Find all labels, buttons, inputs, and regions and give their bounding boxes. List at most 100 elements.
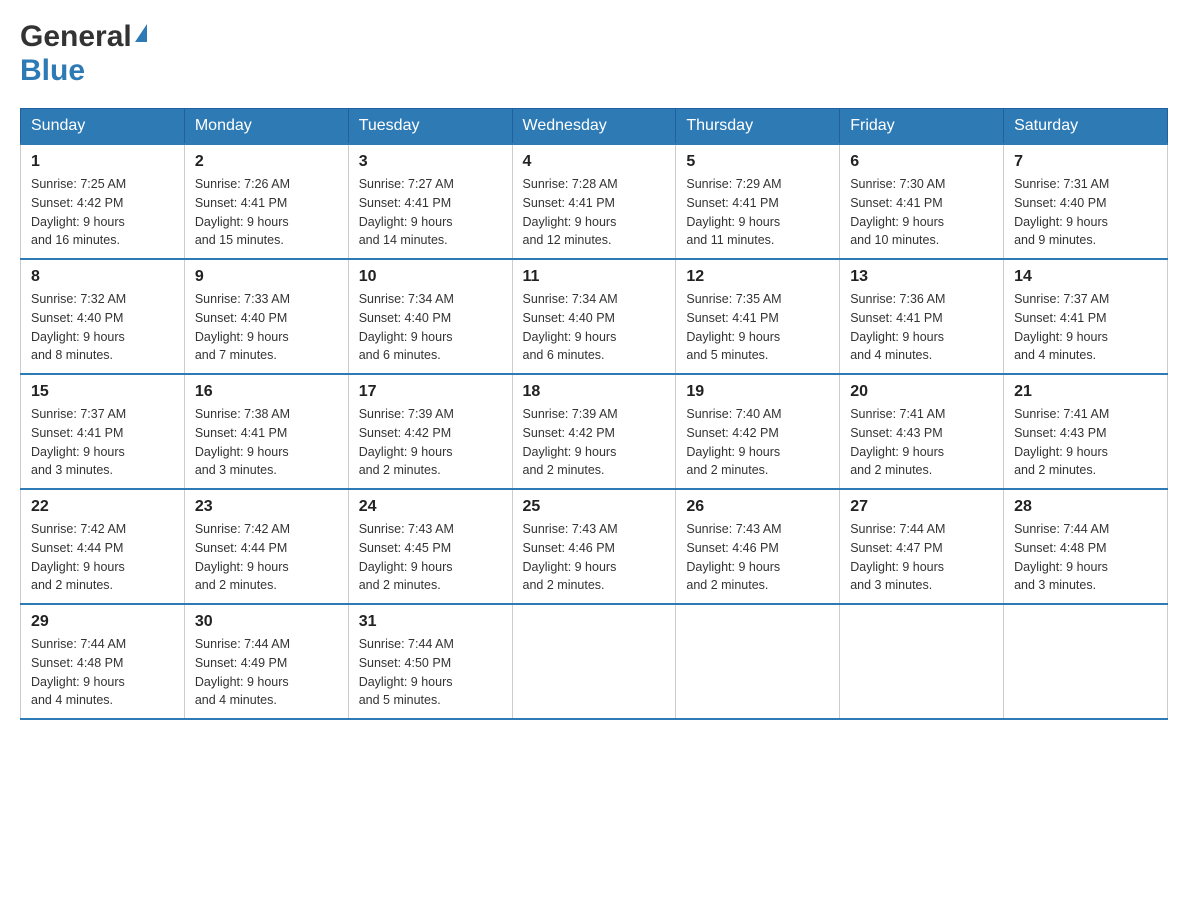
- daylight-minutes: and 5 minutes.: [686, 348, 768, 362]
- day-number: 8: [31, 268, 174, 286]
- daylight-minutes: and 12 minutes.: [523, 233, 612, 247]
- daylight-hours: Daylight: 9 hours: [686, 560, 780, 574]
- day-of-week-header: Saturday: [1004, 109, 1168, 145]
- sunrise-info: Sunrise: 7:29 AM: [686, 177, 781, 191]
- calendar-day-cell: 20Sunrise: 7:41 AMSunset: 4:43 PMDayligh…: [840, 374, 1004, 489]
- day-number: 13: [850, 268, 993, 286]
- daylight-minutes: and 4 minutes.: [195, 693, 277, 707]
- sunset-info: Sunset: 4:44 PM: [31, 541, 123, 555]
- daylight-minutes: and 8 minutes.: [31, 348, 113, 362]
- day-info: Sunrise: 7:32 AMSunset: 4:40 PMDaylight:…: [31, 290, 174, 365]
- sunset-info: Sunset: 4:40 PM: [523, 311, 615, 325]
- day-info: Sunrise: 7:38 AM Sunset: 4:41 PM Daylight:…: [195, 405, 338, 480]
- calendar-day-cell: 11Sunrise: 7:34 AMSunset: 4:40 PMDayligh…: [512, 259, 676, 374]
- daylight-minutes: and 3 minutes.: [195, 463, 277, 477]
- sunset-info: Sunset: 4:40 PM: [1014, 196, 1106, 210]
- logo-triangle-icon: [135, 24, 147, 42]
- sunset-info: Sunset: 4:40 PM: [359, 311, 451, 325]
- calendar-table: SundayMondayTuesdayWednesdayThursdayFrid…: [20, 108, 1168, 720]
- calendar-day-cell: 4Sunrise: 7:28 AMSunset: 4:41 PMDaylight…: [512, 144, 676, 259]
- daylight-hours: Daylight: 9 hours: [523, 215, 617, 229]
- daylight-minutes: and 4 minutes.: [850, 348, 932, 362]
- day-number: 26: [686, 498, 829, 516]
- calendar-week-row: 1Sunrise: 7:25 AMSunset: 4:42 PMDaylight…: [21, 144, 1168, 259]
- sunset-info: Sunset: 4:43 PM: [850, 426, 942, 440]
- day-info: Sunrise: 7:26 AMSunset: 4:41 PMDaylight:…: [195, 175, 338, 250]
- daylight-minutes: and 2 minutes.: [195, 578, 277, 592]
- day-info: Sunrise: 7:43 AMSunset: 4:46 PMDaylight:…: [523, 520, 666, 595]
- sunrise-info: Sunrise: 7:40 AM: [686, 407, 781, 421]
- day-info: Sunrise: 7:36 AMSunset: 4:41 PMDaylight:…: [850, 290, 993, 365]
- day-number: 29: [31, 613, 174, 631]
- day-number: 25: [523, 498, 666, 516]
- calendar-day-cell: 26Sunrise: 7:43 AMSunset: 4:46 PMDayligh…: [676, 489, 840, 604]
- day-number: 28: [1014, 498, 1157, 516]
- daylight-hours: Daylight: 9 hours: [1014, 560, 1108, 574]
- daylight-hours: Daylight: 9 hours: [1014, 445, 1108, 459]
- day-of-week-header: Wednesday: [512, 109, 676, 145]
- day-number: 5: [686, 153, 829, 171]
- daylight-minutes: and 11 minutes.: [686, 233, 774, 247]
- daylight-minutes: and 7 minutes.: [195, 348, 277, 362]
- day-number: 7: [1014, 153, 1157, 171]
- calendar-day-cell: 10Sunrise: 7:34 AMSunset: 4:40 PMDayligh…: [348, 259, 512, 374]
- calendar-day-cell: 5Sunrise: 7:29 AMSunset: 4:41 PMDaylight…: [676, 144, 840, 259]
- day-info: Sunrise: 7:39 AMSunset: 4:42 PMDaylight:…: [523, 405, 666, 480]
- calendar-day-cell: 22Sunrise: 7:42 AMSunset: 4:44 PMDayligh…: [21, 489, 185, 604]
- calendar-day-cell: 30Sunrise: 7:44 AMSunset: 4:49 PMDayligh…: [184, 604, 348, 719]
- sunrise-info: Sunrise: 7:39 AM: [359, 407, 454, 421]
- calendar-week-row: 8 Sunrise: 7:32 AMSunset: 4:40 PMDaylight…: [21, 259, 1168, 374]
- calendar-day-cell: 13 Sunrise: 7:36 AMSunset: 4:41 PMDayligh…: [840, 259, 1004, 374]
- calendar-day-cell: 2 Sunrise: 7:26 AMSunset: 4:41 PMDaylight…: [184, 144, 348, 259]
- calendar-day-cell: [1004, 604, 1168, 719]
- calendar-day-cell: 6Sunrise: 7:30 AMSunset: 4:41 PMDaylight…: [840, 144, 1004, 259]
- calendar-day-cell: 23Sunrise: 7:42 AMSunset: 4:44 PMDayligh…: [184, 489, 348, 604]
- daylight-hours: Daylight: 9 hours: [31, 445, 125, 459]
- daylight-minutes: and 3 minutes.: [1014, 578, 1096, 592]
- sunrise-info: Sunrise: 7:44 AM: [359, 637, 454, 651]
- sunrise-info: Sunrise: 7:35 AM: [686, 292, 781, 306]
- sunset-info: Sunset: 4:50 PM: [359, 656, 451, 670]
- day-number: 15: [31, 383, 174, 401]
- day-number: 23: [195, 498, 338, 516]
- calendar-day-cell: 8 Sunrise: 7:32 AMSunset: 4:40 PMDaylight…: [21, 259, 185, 374]
- calendar-week-row: 15Sunrise: 7:37 AMSunset: 4:41 PMDayligh…: [21, 374, 1168, 489]
- daylight-minutes: and 2 minutes.: [686, 578, 768, 592]
- daylight-minutes: and 2 minutes.: [850, 463, 932, 477]
- daylight-hours: Daylight: 9 hours: [31, 560, 125, 574]
- sunset-info: Sunset: 4:41 PM: [850, 311, 942, 325]
- daylight-hours: Daylight: 9 hours: [195, 445, 289, 459]
- daylight-minutes: and 2 minutes.: [686, 463, 768, 477]
- sunrise-info: Sunrise: 7:25 AM: [31, 177, 126, 191]
- daylight-hours: Daylight: 9 hours: [195, 675, 289, 689]
- day-number: 3: [359, 153, 502, 171]
- calendar-week-row: 22Sunrise: 7:42 AMSunset: 4:44 PMDayligh…: [21, 489, 1168, 604]
- daylight-hours: Daylight: 9 hours: [359, 215, 453, 229]
- daylight-hours: Daylight: 9 hours: [850, 330, 944, 344]
- calendar-day-cell: 7Sunrise: 7:31 AMSunset: 4:40 PMDaylight…: [1004, 144, 1168, 259]
- day-number: 19: [686, 383, 829, 401]
- daylight-hours: Daylight: 9 hours: [31, 330, 125, 344]
- calendar-day-cell: 15Sunrise: 7:37 AMSunset: 4:41 PMDayligh…: [21, 374, 185, 489]
- logo-blue-text: Blue: [20, 54, 85, 87]
- sunset-info: Sunset: 4:41 PM: [195, 426, 287, 440]
- daylight-minutes: and 4 minutes.: [31, 693, 113, 707]
- sunset-info: Sunset: 4:46 PM: [686, 541, 778, 555]
- day-info: Sunrise: 7:43 AMSunset: 4:45 PMDaylight:…: [359, 520, 502, 595]
- sunset-info: Sunset: 4:41 PM: [359, 196, 451, 210]
- sunrise-info: Sunrise: 7:31 AM: [1014, 177, 1109, 191]
- day-info: Sunrise: 7:28 AMSunset: 4:41 PMDaylight:…: [523, 175, 666, 250]
- sunrise-info: Sunrise: 7:27 AM: [359, 177, 454, 191]
- sunrise-info: Sunrise: 7:34 AM: [523, 292, 618, 306]
- daylight-minutes: and 4 minutes.: [1014, 348, 1096, 362]
- sunset-info: Sunset: 4:43 PM: [1014, 426, 1106, 440]
- sunset-info: Sunset: 4:42 PM: [31, 196, 123, 210]
- calendar-day-cell: 27Sunrise: 7:44 AMSunset: 4:47 PMDayligh…: [840, 489, 1004, 604]
- sunset-info: Sunset: 4:40 PM: [31, 311, 123, 325]
- calendar-day-cell: 25 Sunrise: 7:43 AMSunset: 4:46 PMDayligh…: [512, 489, 676, 604]
- day-info: Sunrise: 7:44 AMSunset: 4:50 PMDaylight:…: [359, 635, 502, 710]
- sunrise-info: Sunrise: 7:38 AM: [195, 407, 290, 421]
- daylight-hours: Daylight: 9 hours: [850, 560, 944, 574]
- day-number: 2: [195, 153, 338, 171]
- daylight-hours: Daylight: 9 hours: [850, 215, 944, 229]
